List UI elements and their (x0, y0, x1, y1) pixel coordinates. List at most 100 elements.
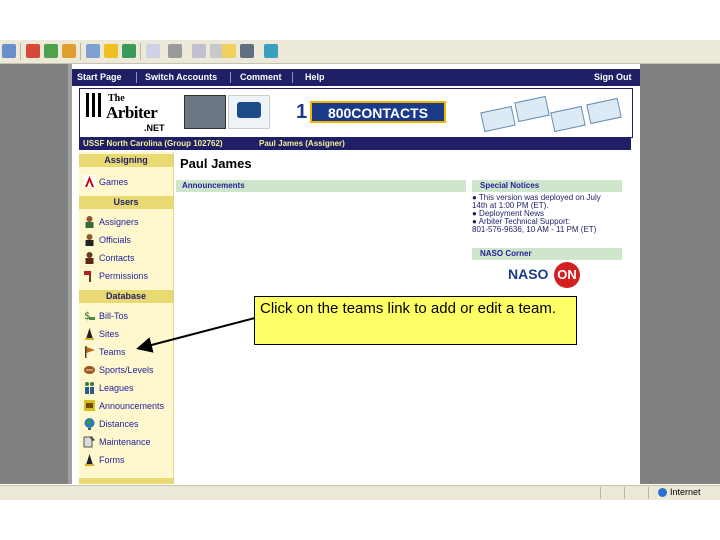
nav-switch-accounts[interactable]: Switch Accounts (145, 72, 217, 82)
sidebar-item-bill-tos[interactable]: $ Bill-Tos (79, 308, 173, 324)
nav-divider (136, 72, 137, 83)
cone-icon (85, 328, 94, 340)
section-header-users: Users (79, 196, 173, 209)
stop-icon[interactable] (26, 44, 40, 58)
ad-800-box: 800CONTACTS (310, 101, 446, 123)
top-nav: Start Page Switch Accounts Comment Help … (72, 69, 640, 86)
naso-logo-text: NASO (508, 266, 549, 282)
back-arrow-icon[interactable] (2, 44, 16, 58)
logo-net-text: .NET (144, 123, 165, 133)
sidebar-item-forms[interactable]: Forms (79, 452, 173, 468)
web-page: Start Page Switch Accounts Comment Help … (72, 64, 640, 484)
sidebar-item-permissions[interactable]: Permissions (79, 268, 173, 284)
nav-divider (230, 72, 231, 83)
pennant-icon (85, 346, 95, 358)
section-header-database: Database (79, 290, 173, 303)
announcements-header: Announcements (176, 180, 466, 192)
toolbar-divider (20, 43, 21, 60)
sidebar-item-sites[interactable]: Sites (79, 326, 173, 342)
window-margin-left (0, 64, 68, 484)
logo-stripe (92, 93, 95, 117)
special-notices-header: Special Notices (472, 180, 622, 192)
ad-photo-soccer (184, 95, 226, 129)
status-divider (600, 487, 601, 499)
sidebar-item-sports-levels[interactable]: Sports/Levels (79, 362, 173, 378)
arbiter-logo[interactable]: The Arbiter .NET (82, 91, 180, 135)
research-icon[interactable] (240, 44, 254, 58)
sidebar-item-label: Sports/Levels (99, 365, 154, 375)
home-icon[interactable] (62, 44, 76, 58)
announcements-title: Announcements (182, 181, 245, 190)
mail-icon[interactable] (146, 44, 160, 58)
arbiter-a-icon (83, 175, 96, 188)
sidebar-item-contacts[interactable]: Contacts (79, 250, 173, 266)
favorites-star-icon[interactable] (104, 44, 118, 58)
sidebar-item-officials[interactable]: Officials (79, 232, 173, 248)
logo-stripe (98, 93, 101, 117)
account-bar: USSF North Carolina (Group 102762) Paul … (79, 138, 631, 150)
browser-toolbar (0, 40, 720, 64)
page-title: Paul James (180, 156, 252, 171)
sidebar-item-label: Teams (99, 347, 126, 357)
print-icon[interactable] (168, 44, 182, 58)
sidebar-item-label: Distances (99, 419, 139, 429)
lens-box-image (586, 97, 622, 125)
person-icon (85, 234, 94, 246)
ad-photo-map (228, 95, 270, 129)
sidebar-item-label: Contacts (99, 253, 135, 263)
sidebar: Assigning Games Users Assigners Official… (79, 152, 174, 484)
toolbar-divider (80, 43, 81, 60)
edit-icon[interactable] (192, 44, 206, 58)
sidebar-item-distances[interactable]: Distances (79, 416, 173, 432)
sidebar-item-leagues[interactable]: Leagues (79, 380, 173, 396)
status-divider (624, 487, 625, 499)
sidebar-item-label: Officials (99, 235, 131, 245)
notice-line: 801-576-9636, 10 AM - 11 PM (ET) (472, 225, 597, 234)
history-icon[interactable] (122, 44, 136, 58)
sidebar-item-label: Forms (99, 455, 125, 465)
status-divider (648, 487, 649, 499)
ad-800-contacts[interactable]: 1 800CONTACTS (296, 99, 451, 125)
logo-stripe (86, 93, 89, 117)
section-header-partial (79, 478, 173, 484)
ad-banner: The Arbiter .NET 1 800CONTACTS (79, 88, 633, 138)
lens-box-image (550, 105, 586, 133)
nav-sign-out[interactable]: Sign Out (594, 72, 632, 82)
naso-corner-title: NASO Corner (480, 249, 532, 258)
gavel-icon (84, 271, 91, 282)
special-notices-list: ● This version was deployed on July 14th… (472, 194, 622, 234)
ad-800-one: 1 (296, 101, 308, 123)
window-margin-right (640, 64, 720, 484)
cone-icon (85, 454, 94, 466)
nav-divider (292, 72, 293, 83)
sidebar-item-label: Assigners (99, 217, 139, 227)
security-zone-label: Internet (670, 487, 701, 497)
instruction-callout: Click on the teams link to add or edit a… (254, 296, 577, 345)
sidebar-item-announcements[interactable]: Announcements (79, 398, 173, 414)
naso-on-logo[interactable]: NASO ON (508, 262, 582, 288)
sidebar-item-label: Announcements (99, 401, 165, 411)
sidebar-item-maintenance[interactable]: Maintenance (79, 434, 173, 450)
nav-comment[interactable]: Comment (240, 72, 282, 82)
messenger-icon[interactable] (264, 44, 278, 58)
lens-box-image (480, 105, 516, 133)
globe-icon (84, 418, 95, 430)
sidebar-item-label: Permissions (99, 271, 149, 281)
money-icon: $ (84, 311, 95, 322)
sidebar-item-label: Maintenance (99, 437, 151, 447)
refresh-icon[interactable] (44, 44, 58, 58)
group-name: USSF North Carolina (Group 102762) (83, 139, 223, 148)
sidebar-item-games[interactable]: Games (79, 174, 173, 190)
ad-lens-boxes (480, 95, 628, 133)
sidebar-item-label: Bill-Tos (99, 311, 129, 321)
person-icon (85, 252, 94, 264)
sidebar-item-assigners[interactable]: Assigners (79, 214, 173, 230)
nav-start-page[interactable]: Start Page (77, 72, 122, 82)
naso-corner-header: NASO Corner (472, 248, 622, 260)
nav-help[interactable]: Help (305, 72, 325, 82)
sidebar-item-teams[interactable]: Teams (79, 344, 173, 360)
lens-box-image (514, 95, 550, 123)
search-icon[interactable] (86, 44, 100, 58)
wrench-icon (83, 436, 95, 448)
folder-icon[interactable] (222, 44, 236, 58)
